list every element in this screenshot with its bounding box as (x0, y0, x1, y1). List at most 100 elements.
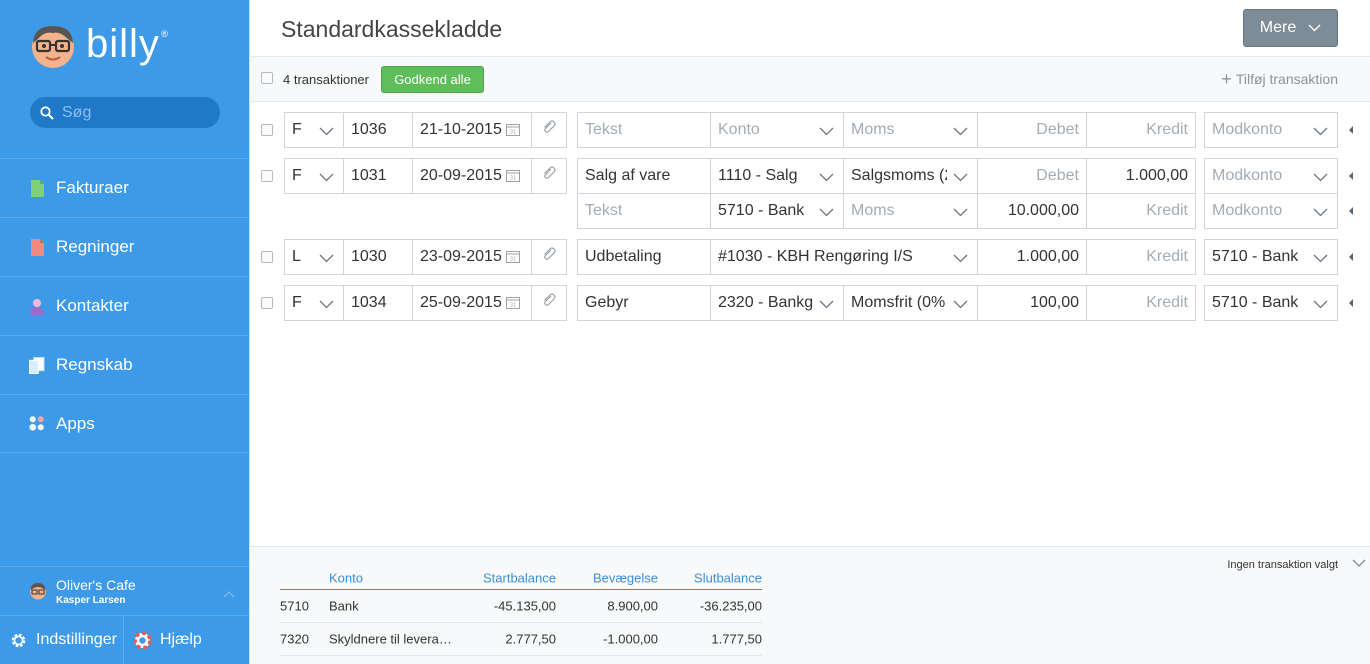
vat-select[interactable]: Salgsmoms (2 (843, 158, 978, 194)
page-title: Standardkassekladde (281, 16, 503, 42)
caret-left-icon[interactable] (1349, 172, 1353, 180)
search-input[interactable] (62, 103, 202, 122)
debit-field[interactable]: 100,00 (977, 285, 1087, 321)
text-field[interactable]: Tekst (577, 112, 711, 148)
type-select-value: L (292, 248, 301, 265)
table-row[interactable]: 5710 Bank -45.135,00 8.900,00 -36.235,00 (280, 590, 762, 623)
counter-account-select-value: 5710 - Bank (1212, 248, 1299, 265)
debit-field[interactable]: 10.000,00 (977, 193, 1087, 229)
logo[interactable]: billy ® (30, 20, 168, 72)
type-select[interactable]: F (284, 285, 344, 321)
contacts-icon (29, 297, 45, 315)
calendar-icon[interactable]: 31 (506, 123, 520, 141)
debit-field-placeholder: Debet (1036, 121, 1079, 138)
vat-select[interactable]: Moms (843, 112, 978, 148)
chevron-down-icon (1313, 123, 1328, 141)
vat-select[interactable]: Momsfrit (0% (843, 285, 978, 321)
nav-item-bills[interactable]: Regninger (0, 217, 249, 276)
credit-field[interactable]: Kredit (1086, 239, 1196, 275)
counter-account-select[interactable]: 5710 - Bank (1204, 239, 1338, 275)
credit-field[interactable]: 1.000,00 (1086, 158, 1196, 194)
paperclip-icon (542, 166, 556, 186)
debit-field[interactable]: Debet (977, 158, 1087, 194)
text-field[interactable]: Gebyr (577, 285, 711, 321)
debit-field[interactable]: 1.000,00 (977, 239, 1087, 275)
credit-field-value: 1.000,00 (1125, 167, 1188, 184)
account-select[interactable]: 5710 - Bank (710, 193, 844, 229)
table-row[interactable]: 7320 Skyldnere til levera… 2.777,50 -1.0… (280, 623, 762, 656)
debit-field[interactable]: Debet (977, 112, 1087, 148)
voucher-number-field-value: 1030 (351, 248, 387, 265)
account-select[interactable]: 1110 - Salg (710, 158, 844, 194)
type-select[interactable]: F (284, 112, 344, 148)
attachment-button[interactable] (531, 158, 567, 194)
billy-face-icon (32, 26, 74, 68)
caret-left-icon[interactable] (1349, 299, 1353, 307)
text-field[interactable]: Salg af vare (577, 158, 711, 194)
vat-select[interactable]: Moms (843, 193, 978, 229)
voucher-number-field[interactable]: 1031 (343, 158, 413, 194)
voucher-number-field[interactable]: 1030 (343, 239, 413, 275)
type-select-value: F (292, 167, 302, 184)
counter-account-select[interactable]: Modkonto (1204, 158, 1338, 194)
chevron-up-icon (223, 587, 235, 601)
credit-field[interactable]: Kredit (1086, 112, 1196, 148)
voucher-number-field[interactable]: 1034 (343, 285, 413, 321)
credit-field-placeholder: Kredit (1146, 202, 1188, 219)
nav-item-accounting[interactable]: Regnskab (0, 335, 249, 394)
counter-account-select[interactable]: Modkonto (1204, 112, 1338, 148)
counter-account-select[interactable]: Modkonto (1204, 193, 1338, 229)
text-field[interactable]: Udbetaling (577, 239, 711, 275)
calendar-icon[interactable]: 31 (506, 250, 520, 268)
plus-icon: + (1221, 69, 1232, 89)
account-select-placeholder: Konto (718, 121, 760, 138)
chevron-down-icon (319, 296, 334, 314)
more-button[interactable]: Mere (1243, 9, 1338, 47)
settings-button[interactable]: Indstillinger (0, 616, 124, 664)
type-select[interactable]: F (284, 158, 344, 194)
type-select-value: F (292, 121, 302, 138)
nav-label: Fakturaer (56, 178, 129, 197)
row-checkbox[interactable] (261, 297, 273, 309)
transactions-toolbar: 4 transaktioner Godkend alle + Tilføj tr… (250, 56, 1370, 102)
nav-item-invoices[interactable]: Fakturaer (0, 158, 249, 217)
account-select[interactable]: #1030 - KBH Rengøring I/S (710, 239, 978, 275)
calendar-icon[interactable]: 31 (506, 169, 520, 187)
sidebar: billy® Fakturaer Regninger Kontakter Reg… (0, 0, 249, 664)
select-all-checkbox[interactable] (261, 72, 273, 84)
credit-field-placeholder: Kredit (1146, 294, 1188, 311)
text-field-value: Salg af vare (585, 167, 671, 184)
chevron-down-icon (953, 204, 968, 222)
account-select-value: 5710 - Bank (718, 202, 805, 219)
account-select[interactable]: Konto (710, 112, 844, 148)
attachment-button[interactable] (531, 239, 567, 275)
attachment-button[interactable] (531, 112, 567, 148)
avatar (30, 583, 46, 600)
type-select[interactable]: L (284, 239, 344, 275)
organization-switcher[interactable]: Oliver's Cafe Kasper Larsen (0, 566, 249, 615)
caret-left-icon[interactable] (1349, 207, 1353, 215)
nav-label: Apps (56, 413, 95, 433)
nav-label: Kontakter (56, 296, 129, 315)
search-box[interactable] (30, 97, 220, 128)
caret-left-icon[interactable] (1349, 126, 1353, 134)
text-field[interactable]: Tekst (577, 193, 711, 229)
credit-field[interactable]: Kredit (1086, 285, 1196, 321)
chevron-down-icon (319, 123, 334, 141)
add-transaction-button[interactable]: + Tilføj transaktion (1221, 69, 1338, 89)
attachment-button[interactable] (531, 285, 567, 321)
counter-account-select[interactable]: 5710 - Bank (1204, 285, 1338, 321)
help-button[interactable]: Hjælp (124, 616, 202, 664)
caret-left-icon[interactable] (1349, 253, 1353, 261)
row-checkbox[interactable] (261, 170, 273, 182)
calendar-icon[interactable]: 31 (506, 296, 520, 314)
nav-item-apps[interactable]: Apps (0, 394, 249, 453)
row-checkbox[interactable] (261, 124, 273, 136)
account-select[interactable]: 2320 - Bankgebyr (710, 285, 844, 321)
voucher-number-field[interactable]: 1036 (343, 112, 413, 148)
row-checkbox[interactable] (261, 251, 273, 263)
credit-field[interactable]: Kredit (1086, 193, 1196, 229)
chevron-down-icon[interactable] (1352, 554, 1366, 572)
nav-item-contacts[interactable]: Kontakter (0, 276, 249, 335)
approve-all-button[interactable]: Godkend alle (381, 66, 484, 93)
